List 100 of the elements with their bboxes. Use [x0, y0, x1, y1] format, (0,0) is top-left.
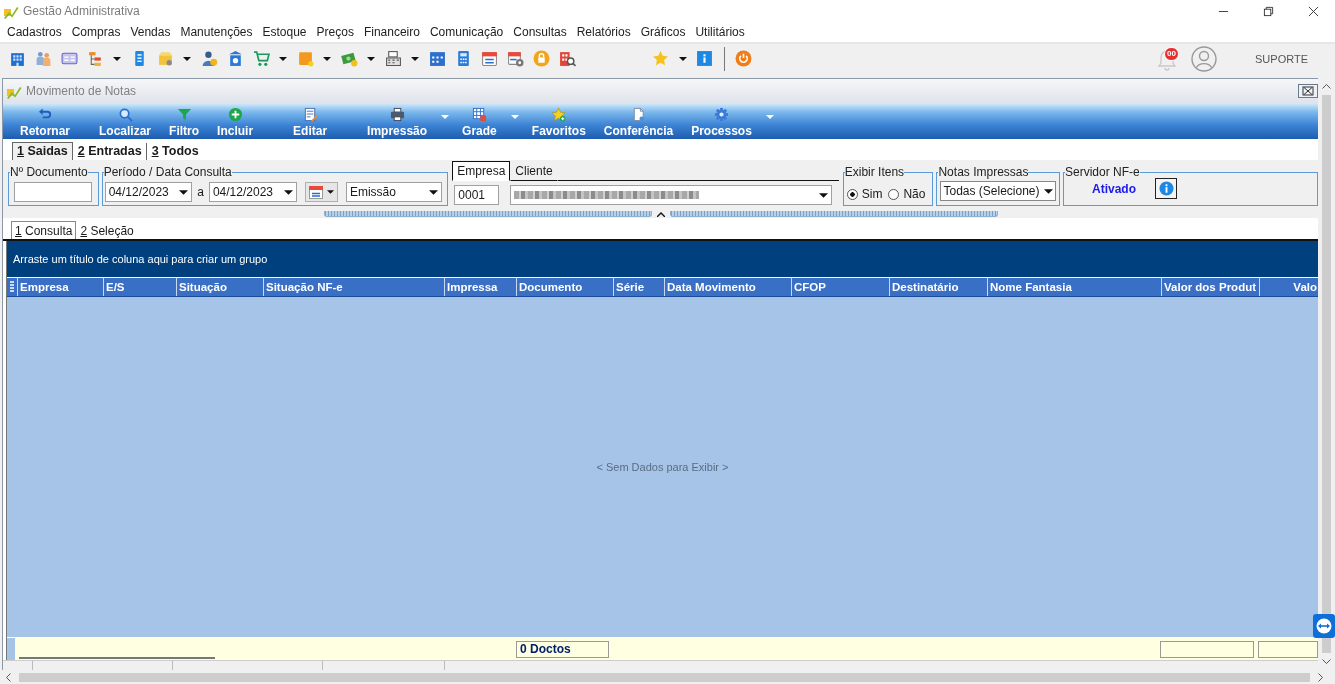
person-coin-icon[interactable]: [200, 50, 218, 67]
printer-icon: [389, 107, 405, 122]
calendar-grid-icon[interactable]: [428, 50, 446, 67]
toolbar-button[interactable]: Retornar: [11, 105, 79, 139]
menu-item[interactable]: Preços: [311, 25, 359, 39]
window-title: Gestão Administrativa: [23, 4, 140, 18]
chevron-up-icon[interactable]: [1322, 84, 1331, 89]
splitter-handle[interactable]: [669, 211, 998, 217]
tab[interactable]: Empresa: [452, 161, 511, 181]
restore-icon[interactable]: [1263, 5, 1274, 17]
building-icon[interactable]: [8, 50, 26, 67]
org-chart-icon[interactable]: [86, 50, 104, 67]
toolbar-button[interactable]: Filtro: [160, 105, 209, 139]
tab[interactable]: Cliente: [510, 161, 558, 181]
menu-item[interactable]: Relatórios: [571, 25, 636, 39]
caret-icon[interactable]: [678, 56, 687, 61]
caret-icon: [283, 189, 293, 195]
close-icon[interactable]: [1298, 84, 1318, 98]
column-header[interactable]: Impressa: [444, 278, 516, 296]
date-picker[interactable]: 04/12/2023: [208, 182, 297, 202]
menu-item[interactable]: Compras: [66, 25, 126, 39]
column-header[interactable]: CFOP: [791, 278, 889, 296]
calendar-gear-icon[interactable]: [506, 50, 524, 67]
tab[interactable]: 3 Todos: [146, 143, 203, 160]
calendar-icon[interactable]: [480, 50, 498, 67]
menu-item[interactable]: Comunicação: [424, 25, 509, 39]
menu-item[interactable]: Vendas: [125, 25, 176, 39]
column-header[interactable]: Valor dos Produt: [1161, 278, 1259, 296]
menu-item[interactable]: Financeiro: [358, 25, 425, 39]
money-icon[interactable]: [340, 50, 358, 67]
caret-up-icon[interactable]: [656, 211, 665, 217]
calendar-button[interactable]: [304, 182, 338, 202]
id-card-icon[interactable]: [60, 50, 78, 67]
column-header[interactable]: Destinatário: [889, 278, 987, 296]
menu-item[interactable]: Cadastros: [2, 25, 67, 39]
caret-icon[interactable]: [113, 56, 121, 61]
menu-item[interactable]: Estoque: [257, 25, 312, 39]
company-field[interactable]: 0001: [454, 185, 500, 205]
power-icon[interactable]: [735, 50, 752, 67]
document-number-field[interactable]: [14, 182, 92, 202]
printed-notes-dropdown[interactable]: Todas (Selecione): [940, 181, 1057, 201]
tab[interactable]: 1 Consulta: [11, 221, 77, 239]
toolbar-button[interactable]: Impressão: [358, 105, 437, 139]
toolbar-button[interactable]: Conferência: [594, 105, 683, 139]
radio-label[interactable]: Não: [903, 187, 926, 201]
user-icon[interactable]: [1191, 45, 1217, 72]
chevron-left-icon[interactable]: [6, 672, 11, 682]
column-header[interactable]: Data Movimento: [664, 278, 791, 296]
cash-register-icon[interactable]: [384, 50, 402, 67]
building-search-icon[interactable]: [558, 50, 576, 67]
column-chooser-icon[interactable]: [9, 280, 15, 292]
menu-item[interactable]: Gráficos: [635, 25, 691, 39]
calendar-icon: [307, 184, 324, 200]
tab[interactable]: 2 Seleção: [76, 221, 138, 239]
radio-label[interactable]: Sim: [861, 187, 883, 201]
menu-item[interactable]: Manutenções: [175, 25, 258, 39]
toolbar-button[interactable]: Incluir: [208, 105, 263, 139]
cart-icon[interactable]: [252, 50, 270, 67]
caret-icon: [819, 192, 829, 198]
caret-icon[interactable]: [279, 56, 287, 61]
chevron-right-icon[interactable]: [1318, 672, 1323, 682]
menu-item[interactable]: Consultas: [508, 25, 572, 39]
column-header[interactable]: Documento: [516, 278, 613, 296]
client-dropdown[interactable]: [510, 185, 833, 205]
star-icon[interactable]: [652, 50, 669, 67]
column-header[interactable]: Situação: [176, 278, 263, 296]
column-header[interactable]: E/S: [103, 278, 176, 296]
column-header[interactable]: Empresa: [17, 278, 103, 296]
toolbar-button[interactable]: Editar: [284, 105, 337, 139]
column-header[interactable]: Série: [613, 278, 664, 296]
close-icon[interactable]: [1308, 5, 1319, 17]
column-header[interactable]: Situação NF-e: [263, 278, 444, 296]
people-icon[interactable]: [34, 50, 52, 67]
scrollbar-thumb[interactable]: [19, 672, 1310, 682]
info-button[interactable]: [1155, 178, 1177, 199]
remote-support-icon[interactable]: [1313, 614, 1335, 638]
info-icon[interactable]: [696, 50, 713, 67]
caret-icon[interactable]: [367, 56, 375, 61]
record-count: 0 Doctos: [516, 640, 609, 658]
radio-button[interactable]: [888, 188, 900, 200]
menu-item[interactable]: Utilitários: [690, 25, 750, 39]
caret-icon[interactable]: [323, 56, 331, 61]
chevron-down-icon[interactable]: [1322, 659, 1331, 664]
date-picker[interactable]: 04/12/2023: [104, 182, 193, 202]
caret-icon: [326, 190, 334, 194]
user-name[interactable]: SUPORTE: [1255, 52, 1308, 65]
splitter-handle[interactable]: [323, 211, 652, 217]
scrollbar-thumb[interactable]: [1322, 95, 1331, 653]
edit-icon: [302, 107, 318, 122]
box-icon[interactable]: [156, 50, 174, 67]
column-header[interactable]: Nome Fantasia: [987, 278, 1161, 296]
toolbar-button[interactable]: Processos: [682, 105, 761, 139]
toolbar-button[interactable]: Localizar: [90, 105, 161, 139]
toolbar-button[interactable]: Favoritos: [522, 105, 595, 139]
date-type-dropdown[interactable]: Emissão: [345, 182, 443, 202]
caret-icon[interactable]: [183, 56, 191, 61]
tab[interactable]: 1 Saidas: [12, 142, 73, 160]
radio-button[interactable]: [846, 188, 858, 200]
toolbar-button[interactable]: Grade: [453, 105, 506, 139]
caret-icon[interactable]: [411, 56, 419, 61]
